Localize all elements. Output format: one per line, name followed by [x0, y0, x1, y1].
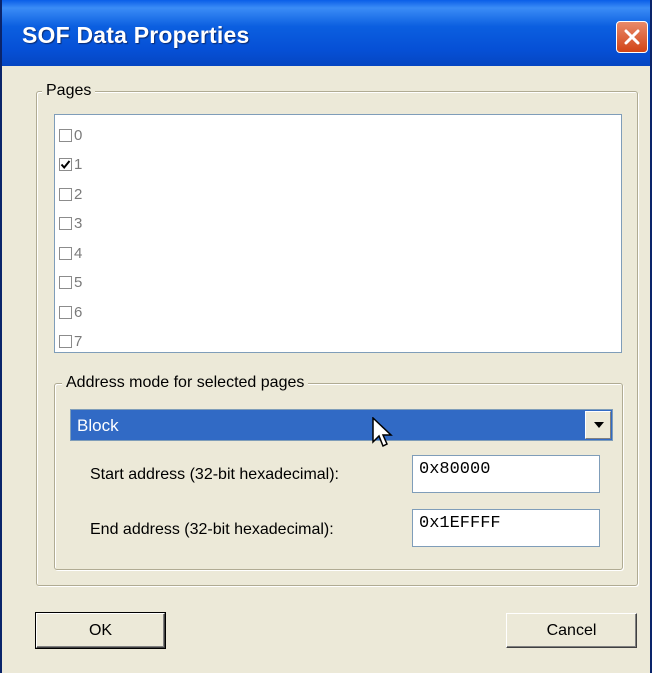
page-checkbox-label: 0 [74, 126, 83, 144]
address-mode-dropdown[interactable]: Block [70, 409, 613, 441]
page-checkbox-label: 6 [74, 303, 83, 321]
page-checkbox[interactable] [59, 305, 72, 319]
address-mode-selected-value: Block [77, 416, 119, 435]
pages-listbox[interactable]: 0 1 2 3 4 5 6 7 [54, 114, 622, 353]
page-checkbox[interactable] [59, 187, 72, 201]
page-checkbox-label: 7 [74, 333, 83, 350]
cancel-button[interactable]: Cancel [506, 613, 637, 648]
title-bar[interactable]: SOF Data Properties [2, 0, 650, 66]
end-address-field[interactable]: 0x1EFFFF [412, 509, 600, 547]
page-checkbox[interactable] [59, 128, 72, 142]
close-icon [624, 29, 640, 45]
page-checkbox-label: 1 [74, 156, 83, 173]
dropdown-arrow-button[interactable] [585, 411, 611, 439]
page-list-item[interactable]: 5 [59, 273, 82, 293]
dialog-window: SOF Data Properties Pages 0 1 2 3 4 5 6 7 Addre… [0, 0, 652, 673]
page-list-item[interactable]: 2 [59, 184, 82, 204]
pages-group-legend: Pages [42, 82, 96, 100]
end-address-label: End address (32-bit hexadecimal): [90, 521, 334, 538]
window-title: SOF Data Properties [22, 22, 250, 48]
page-list-item[interactable]: 7 [59, 332, 82, 352]
page-checkbox[interactable] [59, 276, 72, 289]
page-checkbox[interactable] [59, 335, 72, 348]
page-list-item[interactable]: 4 [59, 243, 82, 263]
close-button[interactable] [616, 21, 648, 53]
page-checkbox[interactable] [59, 158, 72, 171]
checkmark-icon [60, 160, 71, 170]
chevron-down-icon [594, 422, 604, 428]
page-checkbox-label: 4 [74, 244, 83, 262]
address-mode-legend: Address mode for selected pages [62, 374, 309, 392]
page-checkbox-label: 3 [74, 215, 83, 232]
page-checkbox-label: 5 [74, 274, 83, 291]
page-checkbox[interactable] [59, 217, 72, 230]
page-list-item[interactable]: 3 [59, 214, 82, 234]
start-address-label: Start address (32-bit hexadecimal): [90, 466, 339, 483]
mouse-pointer-icon [372, 417, 393, 448]
page-list-item[interactable]: 1 [59, 155, 82, 175]
page-list-item[interactable]: 6 [59, 302, 82, 322]
page-checkbox[interactable] [59, 246, 72, 260]
page-list-item[interactable]: 0 [59, 125, 82, 145]
start-address-field[interactable]: 0x80000 [412, 455, 600, 493]
page-checkbox-label: 2 [74, 185, 83, 203]
ok-button[interactable]: OK [35, 612, 166, 649]
